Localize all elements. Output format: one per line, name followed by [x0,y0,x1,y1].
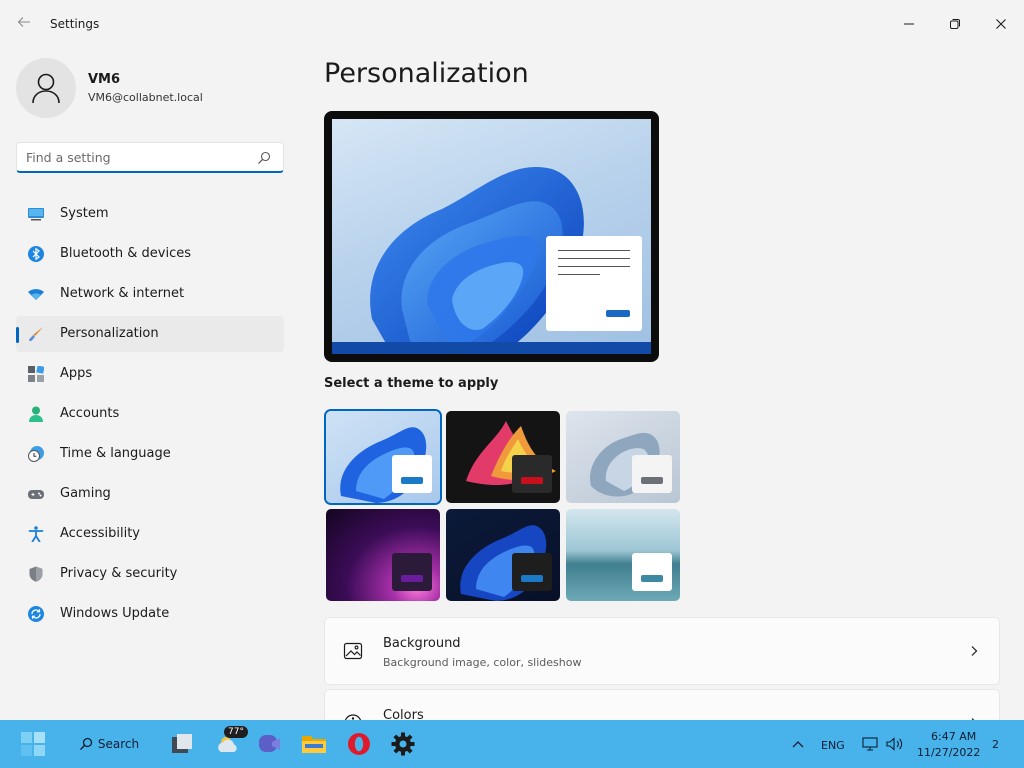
sidebar-item-system[interactable]: System [16,196,284,232]
sidebar-item-label: Bluetooth & devices [60,246,191,261]
back-arrow-icon [17,17,30,27]
theme-sunrise[interactable] [566,509,680,601]
show-hidden-icons-button[interactable] [788,728,808,760]
sidebar-item-personalization[interactable]: Personalization [16,316,284,352]
clock-date[interactable]: 11/27/2022 [917,746,980,759]
teams-chat-button[interactable] [256,728,284,760]
chevron-right-icon [971,646,978,656]
network-monitor-icon [862,737,878,751]
close-icon [996,19,1006,29]
taskbar-search-button[interactable]: Search [78,728,140,760]
apps-icon [28,366,44,382]
gear-icon [391,732,415,756]
network-tray-button[interactable] [860,728,880,760]
sidebar-item-label: Accounts [60,406,120,421]
preview-screen [332,119,651,354]
minimize-button[interactable] [886,8,932,40]
taskbar-search-label: Search [97,737,140,751]
sidebar-item-label: Gaming [60,486,111,501]
theme-grid [324,409,680,601]
theme-captured-motion[interactable] [326,509,440,601]
opera-icon [348,733,370,755]
person-icon [29,406,43,422]
bluetooth-icon [28,246,44,262]
image-icon [343,642,363,660]
card-title: Background [383,636,461,651]
nav-list: System Bluetooth & devices Network & int… [16,196,284,636]
theme-glow[interactable] [566,411,680,503]
theme-flow[interactable] [446,509,560,601]
windows-logo-icon [21,732,45,756]
close-button[interactable] [978,8,1024,40]
search-box[interactable] [16,142,284,173]
sidebar-item-gaming[interactable]: Gaming [16,476,284,512]
title-bar: Settings [0,0,1024,48]
opera-button[interactable] [345,728,373,760]
avatar[interactable] [16,58,76,118]
background-card[interactable]: Background Background image, color, slid… [324,617,1000,685]
chat-icon [259,735,280,752]
chevron-up-icon [792,741,804,748]
weather-badge: 77° [224,726,248,738]
user-icon [32,73,60,104]
back-button[interactable] [14,14,34,34]
sidebar-item-label: System [60,206,109,221]
theme-heading: Select a theme to apply [324,376,499,391]
brush-icon [29,327,43,342]
clock-time[interactable]: 6:47 AM [931,730,976,743]
system-icon [28,208,44,221]
language-indicator[interactable]: ENG [821,739,845,752]
sidebar-item-label: Network & internet [60,286,185,301]
task-view-icon [172,734,192,753]
update-icon [28,606,44,622]
start-button[interactable] [16,728,50,760]
user-name: VM6 [88,72,121,87]
sidebar-item-apps[interactable]: Apps [16,356,284,392]
notification-count[interactable]: 2 [992,738,999,751]
shield-icon [29,566,43,582]
volume-tray-button[interactable] [884,728,906,760]
app-title: Settings [50,17,100,31]
sidebar-item-time-language[interactable]: Time & language [16,436,284,472]
page-title: Personalization [324,58,529,89]
sidebar-item-label: Personalization [60,326,159,341]
speaker-icon [886,737,903,751]
search-input[interactable] [26,148,251,166]
preview-window [546,236,642,331]
sidebar-item-windows-update[interactable]: Windows Update [16,596,284,632]
task-view-button[interactable] [168,728,196,760]
preview-taskbar [332,342,651,354]
sidebar-item-label: Windows Update [60,606,170,621]
search-icon [79,737,93,750]
taskbar: Search 77° ENG 6:47 AM 11/27/2022 2 [0,720,1024,768]
theme-windows-light[interactable] [326,411,440,503]
sidebar: VM6 VM6@collabnet.local System Bluetooth… [0,48,300,720]
sidebar-item-accessibility[interactable]: Accessibility [16,516,284,552]
sidebar-item-network[interactable]: Network & internet [16,276,284,312]
card-subtitle: Background image, color, slideshow [383,656,582,669]
minimize-icon [904,23,914,25]
sidebar-item-label: Privacy & security [60,566,178,581]
theme-windows-dark[interactable] [446,411,560,503]
file-explorer-button[interactable] [300,728,328,760]
sidebar-item-bluetooth[interactable]: Bluetooth & devices [16,236,284,272]
clock-globe-icon [28,446,44,462]
search-icon[interactable] [257,151,271,165]
accessibility-icon [28,526,44,542]
sidebar-item-accounts[interactable]: Accounts [16,396,284,432]
sidebar-item-label: Apps [60,366,93,381]
folder-icon [302,736,326,753]
widgets-button[interactable]: 77° [212,726,248,760]
gamepad-icon [28,490,44,499]
theme-preview [324,111,659,362]
user-email: VM6@collabnet.local [88,91,203,104]
sidebar-item-label: Time & language [60,446,171,461]
sidebar-item-privacy-security[interactable]: Privacy & security [16,556,284,592]
wifi-icon [28,289,44,300]
restore-icon [950,19,960,29]
restore-button[interactable] [932,8,978,40]
sidebar-item-label: Accessibility [60,526,140,541]
settings-taskbar-button[interactable] [389,728,417,760]
